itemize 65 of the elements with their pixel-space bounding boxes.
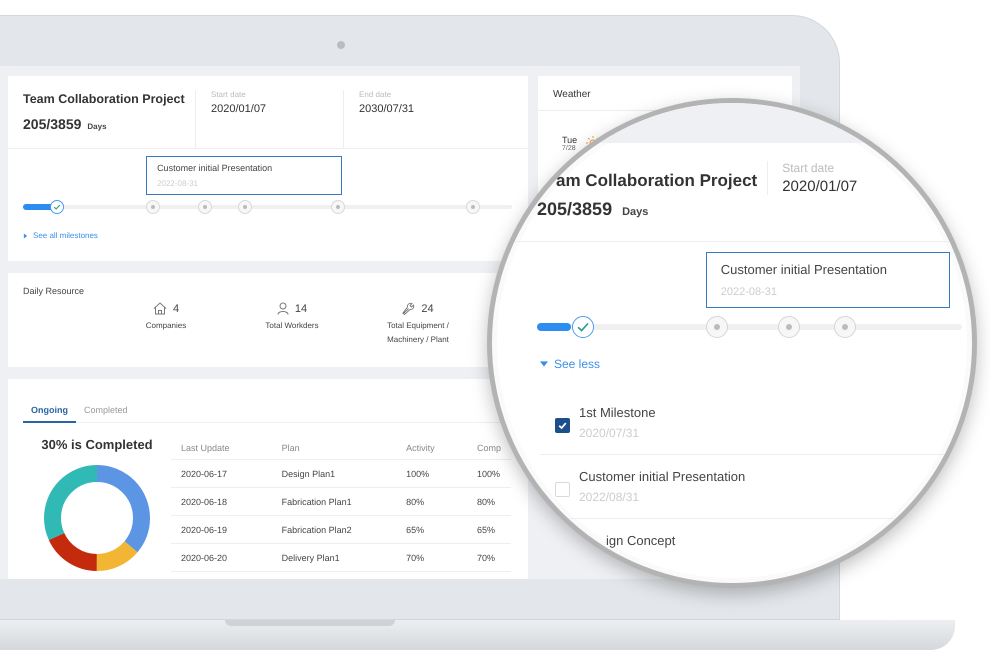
table-cell: Delivery Plan1: [272, 544, 396, 572]
start-date-label: Start date: [211, 90, 247, 99]
table-cell: 80%: [396, 488, 467, 516]
table-cell: Fabrication Plan1: [272, 488, 396, 516]
weather-day: Tue: [562, 135, 578, 145]
milestone-node[interactable]: [778, 316, 800, 338]
plan-tab[interactable]: Completed: [76, 401, 136, 423]
end-date-label: End date: [359, 90, 392, 99]
resource-count: 24: [421, 302, 434, 314]
table-cell: 2020-06-20: [171, 544, 272, 572]
camera-icon: [337, 41, 345, 49]
completion-summary: 30% is Completed: [41, 437, 153, 452]
milestone-node[interactable]: [198, 200, 212, 214]
start-date: 2020/01/07: [211, 103, 268, 115]
resource-label: Total Equipment / Machinery / Plant: [386, 320, 450, 346]
caret-icon: [540, 360, 548, 368]
days-unit: Days: [622, 206, 648, 218]
table-cell: 65%: [396, 516, 467, 544]
person-icon: [276, 302, 289, 315]
milestone-node[interactable]: [238, 200, 252, 214]
project-title: am Collaboration Project: [556, 171, 758, 191]
table-cell: 2020-06-19: [171, 516, 272, 544]
milestone-name: 1st Milestone: [579, 405, 656, 420]
plan-tab[interactable]: Ongoing: [23, 401, 76, 423]
table-cell: 2020-06-17: [171, 460, 272, 488]
column-header: Plan: [272, 437, 396, 460]
table-cell: 70%: [396, 544, 467, 572]
day-count: 205/3859: [23, 116, 82, 132]
check-icon: [576, 320, 590, 334]
caret-icon: [23, 232, 28, 238]
project-title: Team Collaboration Project: [23, 92, 186, 106]
milestone-name: ign Concept: [605, 532, 676, 548]
see-less-link[interactable]: See less: [540, 357, 600, 371]
daily-resource-title: Daily Resource: [23, 286, 86, 296]
end-date: 2030/07/31: [359, 103, 416, 115]
resource-label: Companies: [144, 320, 188, 332]
milestone-node[interactable]: [466, 200, 480, 214]
column-header: Last Update: [171, 437, 272, 460]
start-date: 2020/01/07: [782, 178, 858, 195]
check-icon: [557, 420, 568, 431]
wrench-icon: [402, 302, 416, 315]
table-cell: 100%: [396, 460, 467, 488]
table-cell: Design Plan1: [272, 460, 396, 488]
milestone-done-node[interactable]: [572, 316, 594, 338]
see-all-milestones-link[interactable]: See all milestones: [23, 231, 98, 240]
resource-count: 14: [294, 302, 308, 314]
tooltip-title: Customer initial Presentation: [720, 262, 888, 277]
check-icon: [53, 203, 62, 211]
resource-label: Total Workders: [264, 320, 320, 332]
tooltip-title: Customer initial Presentation: [157, 163, 274, 173]
table-cell: 2020-06-18: [171, 488, 272, 516]
milestone-done-node[interactable]: [50, 200, 64, 214]
resource-count: 4: [172, 302, 180, 314]
table-cell: Fabrication Plan2: [272, 516, 396, 544]
milestone-node[interactable]: [706, 316, 728, 338]
column-header: Activity: [396, 437, 467, 460]
milestone-checkbox[interactable]: [555, 418, 570, 433]
milestone-node[interactable]: [330, 200, 345, 214]
milestone-node[interactable]: [146, 200, 160, 214]
house-icon: [152, 302, 167, 315]
days-unit: Days: [87, 122, 107, 131]
milestone-name: Customer initial Presentation: [579, 469, 746, 484]
start-date-label: Start date: [782, 161, 836, 175]
day-count: 205/3859: [537, 199, 612, 220]
milestone-node[interactable]: [834, 316, 856, 338]
